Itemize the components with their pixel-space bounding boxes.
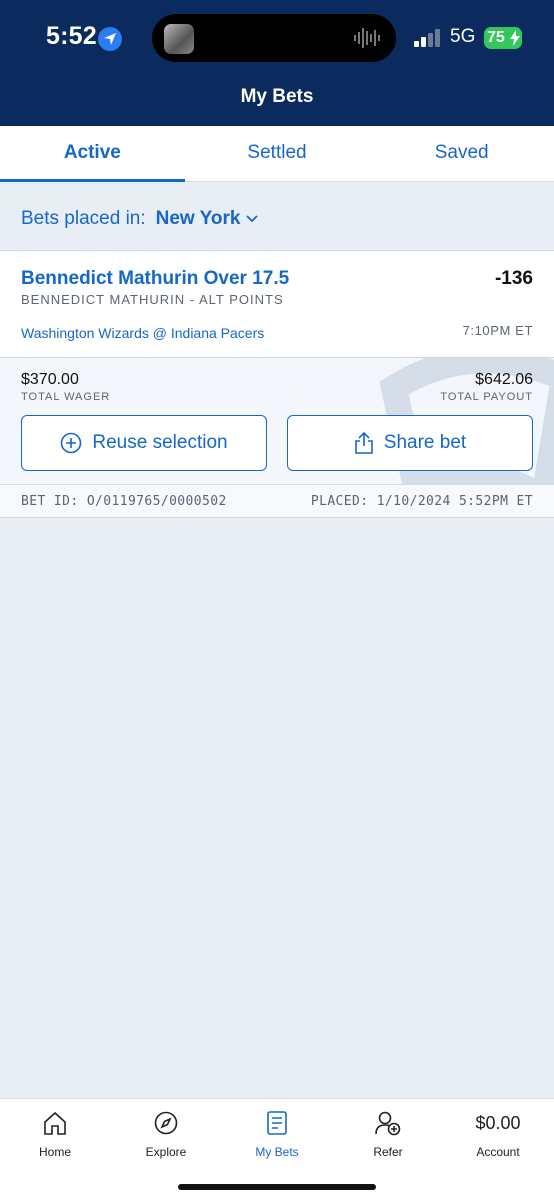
bet-game-time: 7:10PM ET [462,323,533,338]
dynamic-island [152,14,396,62]
nav-home[interactable]: Home [0,1109,110,1159]
chevron-down-icon [246,215,259,223]
battery-indicator: 75 [484,27,522,49]
cellular-signal-icon [414,29,440,47]
status-time: 5:52 [46,22,97,50]
app-header: 5:52 5G 75 My Bets [0,0,554,126]
reuse-selection-button[interactable]: Reuse selection [21,415,267,471]
nav-my-bets-label: My Bets [255,1145,299,1159]
total-payout-label: TOTAL PAYOUT [440,391,533,403]
total-wager-label: TOTAL WAGER [21,391,111,403]
share-icon [354,432,373,454]
network-type: 5G [450,26,476,47]
caller-avatar [164,24,194,54]
total-payout-value: $642.06 [475,371,533,388]
nav-account-label: Account [476,1145,520,1159]
nav-explore[interactable]: Explore [111,1109,221,1159]
add-user-icon [375,1111,401,1136]
share-bet-label: Share bet [383,432,467,453]
bet-footer: BET ID: O/0119765/0000502 PLACED: 1/10/2… [0,484,554,518]
location-selector[interactable]: Bets placed in: New York [21,208,259,230]
nav-home-label: Home [38,1145,71,1159]
bet-card[interactable]: Bennedict Mathurin Over 17.5 -136 BENNED… [0,250,554,358]
charging-bolt-icon [510,30,520,46]
location-prefix: Bets placed in: [21,208,146,229]
location-arrow-icon [98,27,122,51]
battery-level: 75 [487,29,505,46]
bet-summary: $370.00 TOTAL WAGER $642.06 TOTAL PAYOUT… [0,358,554,484]
nav-refer[interactable]: Refer [333,1109,443,1159]
location-state: New York [155,208,241,229]
bet-selection-title: Bennedict Mathurin Over 17.5 [21,268,290,289]
bet-game-link[interactable]: Washington Wizards @ Indiana Pacers [21,325,264,341]
nav-refer-label: Refer [373,1145,403,1159]
account-balance: $0.00 [475,1113,521,1133]
bets-tabs: Active Settled Saved [0,126,554,182]
audio-wave-icon [354,28,380,48]
total-wager-value: $370.00 [21,371,79,388]
home-indicator [178,1184,376,1190]
reuse-selection-label: Reuse selection [92,432,228,453]
tab-saved[interactable]: Saved [369,126,554,181]
home-icon [44,1111,66,1135]
nav-explore-label: Explore [145,1145,187,1159]
tab-active[interactable]: Active [0,126,185,182]
betslip-icon [267,1111,287,1135]
bet-market: BENNEDICT MATHURIN - ALT POINTS [21,292,284,307]
plus-circle-icon [61,432,82,454]
nav-my-bets[interactable]: My Bets [222,1109,332,1159]
bet-odds: -136 [494,268,533,289]
nav-account[interactable]: $0.00 Account [443,1109,553,1159]
share-bet-button[interactable]: Share bet [287,415,533,471]
bet-id: BET ID: O/0119765/0000502 [21,494,227,509]
tab-settled[interactable]: Settled [185,126,370,181]
page-title: My Bets [240,86,314,107]
bet-placed-time: PLACED: 1/10/2024 5:52PM ET [310,494,533,509]
compass-icon [154,1111,178,1135]
